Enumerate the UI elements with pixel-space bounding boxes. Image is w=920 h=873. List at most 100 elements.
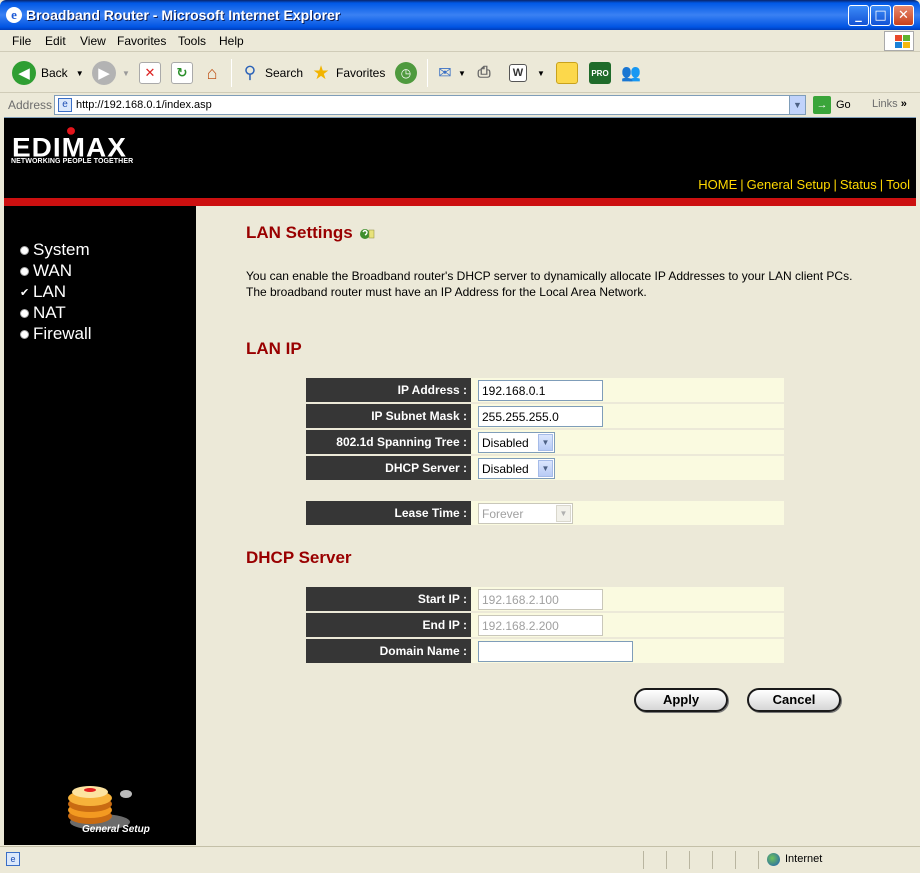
sidebar: System WAN ✔ LAN NAT Firewall General Set… [4,206,196,845]
end-ip-label: End IP : [306,613,471,637]
sidebar-item-lan[interactable]: ✔ LAN [20,282,66,302]
nav-home[interactable]: HOME [698,177,737,192]
subnet-mask-label: IP Subnet Mask : [306,404,471,428]
accent-bar [4,198,916,206]
menu-file[interactable]: File [12,34,31,48]
menu-bar: File Edit View Favorites Tools Help [0,30,920,52]
dhcp-server-heading: DHCP Server [246,548,352,567]
notes-button[interactable] [556,59,578,87]
toolbar-separator [427,59,428,87]
nav-separator: | [740,177,744,192]
close-button[interactable]: ✕ [893,5,914,26]
start-ip-label: Start IP : [306,587,471,611]
header-banner: EDIMAX NETWORKING PEOPLE TOGETHER HOME | G… [4,118,916,198]
status-bar: e Internet [0,846,920,873]
start-ip-input[interactable] [478,589,603,610]
main-content: LAN Settings You can enable the Broadban… [196,206,916,845]
home-button[interactable]: ⌂ [201,59,223,87]
back-dropdown-icon[interactable]: ▼ [76,69,84,78]
links-button[interactable]: Links » [872,98,907,110]
sidebar-item-nat[interactable]: NAT [20,303,66,323]
spanning-tree-label: 802.1d Spanning Tree : [306,430,471,454]
bullet-icon [20,245,29,255]
menu-view[interactable]: View [80,34,106,48]
end-ip-input[interactable] [478,615,603,636]
nav-tool[interactable]: Tool [886,177,910,192]
sidebar-item-label: WAN [33,261,73,280]
window-titlebar: e Broadband Router - Microsoft Internet … [0,0,920,30]
messenger-pro-button[interactable]: PRO [589,59,611,87]
menu-help[interactable]: Help [219,34,244,48]
page-title: LAN Settings [246,223,375,243]
security-zone: Internet [785,853,823,865]
logo-dot [67,127,75,135]
go-arrow-icon: → [813,96,831,114]
stop-button[interactable]: ✕ [139,59,161,87]
toolbar-separator [231,59,232,87]
minimize-button[interactable]: _ [848,5,869,26]
address-dropdown-icon[interactable]: ▼ [789,96,805,114]
bullet-icon [20,308,29,318]
spanning-tree-select[interactable]: Disabled ▼ [478,432,555,453]
address-input[interactable]: e http://192.168.0.1/index.asp ▼ [54,95,806,115]
nav-separator: | [833,177,837,192]
globe-icon [767,853,780,866]
forward-arrow-icon: ▶ [92,61,116,85]
messenger-button[interactable]: 👥 [620,59,642,87]
nav-status[interactable]: Status [840,177,877,192]
sidebar-item-label: Firewall [33,324,92,343]
dhcp-server-value: Disabled [482,462,529,476]
chevron-down-icon: ▼ [538,460,553,477]
subnet-mask-row: IP Subnet Mask : [306,404,784,429]
stop-icon: ✕ [139,62,161,84]
address-url: http://192.168.0.1/index.asp [76,99,212,111]
lease-time-label: Lease Time : [306,501,471,525]
print-button[interactable]: ⎙ [473,59,495,87]
sidebar-item-label: NAT [33,303,66,322]
go-button[interactable]: → Go [813,96,851,114]
status-pane [735,851,736,869]
nav-general-setup[interactable]: General Setup [747,177,831,192]
checkmark-icon: ✔ [20,286,30,299]
forward-button[interactable]: ▶ ▼ [92,59,130,87]
history-button[interactable]: ◷ [395,59,417,87]
sidebar-item-wan[interactable]: WAN [20,261,72,281]
lease-time-value: Forever [482,507,524,521]
menu-edit[interactable]: Edit [45,34,66,48]
sidebar-item-firewall[interactable]: Firewall [20,324,92,344]
apply-button[interactable]: Apply [634,688,728,712]
forward-dropdown-icon[interactable]: ▼ [122,69,130,78]
cancel-button[interactable]: Cancel [747,688,841,712]
ip-address-input[interactable] [478,380,603,401]
back-button[interactable]: ◀ Back ▼ [12,59,84,87]
windows-logo-icon [884,31,914,51]
refresh-icon: ↻ [171,62,193,84]
bullet-icon [20,329,29,339]
menu-favorites[interactable]: Favorites [117,34,166,48]
sidebar-item-label: LAN [33,282,67,301]
dhcp-server-label: DHCP Server : [306,456,471,480]
back-label: Back [41,66,68,80]
status-pane [712,851,713,869]
maximize-button[interactable]: □ [870,5,891,26]
search-label: Search [265,66,304,80]
menu-tools[interactable]: Tools [178,34,206,48]
favorites-button[interactable]: ★ Favorites [310,59,385,87]
help-icon[interactable] [359,226,375,240]
edit-word-button[interactable]: W ▼ [509,59,545,87]
page-viewport: EDIMAX NETWORKING PEOPLE TOGETHER HOME | G… [4,117,916,845]
page-icon: e [58,98,72,112]
address-bar: Address e http://192.168.0.1/index.asp ▼… [0,94,920,116]
ie-icon: e [6,7,22,23]
sidebar-item-system[interactable]: System [20,240,90,260]
printer-icon: ⎙ [477,64,491,81]
subnet-mask-input[interactable] [478,406,603,427]
refresh-button[interactable]: ↻ [171,59,193,87]
lease-time-select[interactable]: Forever ▼ [478,503,573,524]
domain-name-input[interactable] [478,641,633,662]
mail-button[interactable]: ✉ ▼ [434,59,466,87]
dhcp-server-select[interactable]: Disabled ▼ [478,458,555,479]
page-title-text: LAN Settings [246,223,353,242]
search-button[interactable]: ⚲ Search [239,59,303,87]
sidebar-item-label: System [33,240,90,259]
